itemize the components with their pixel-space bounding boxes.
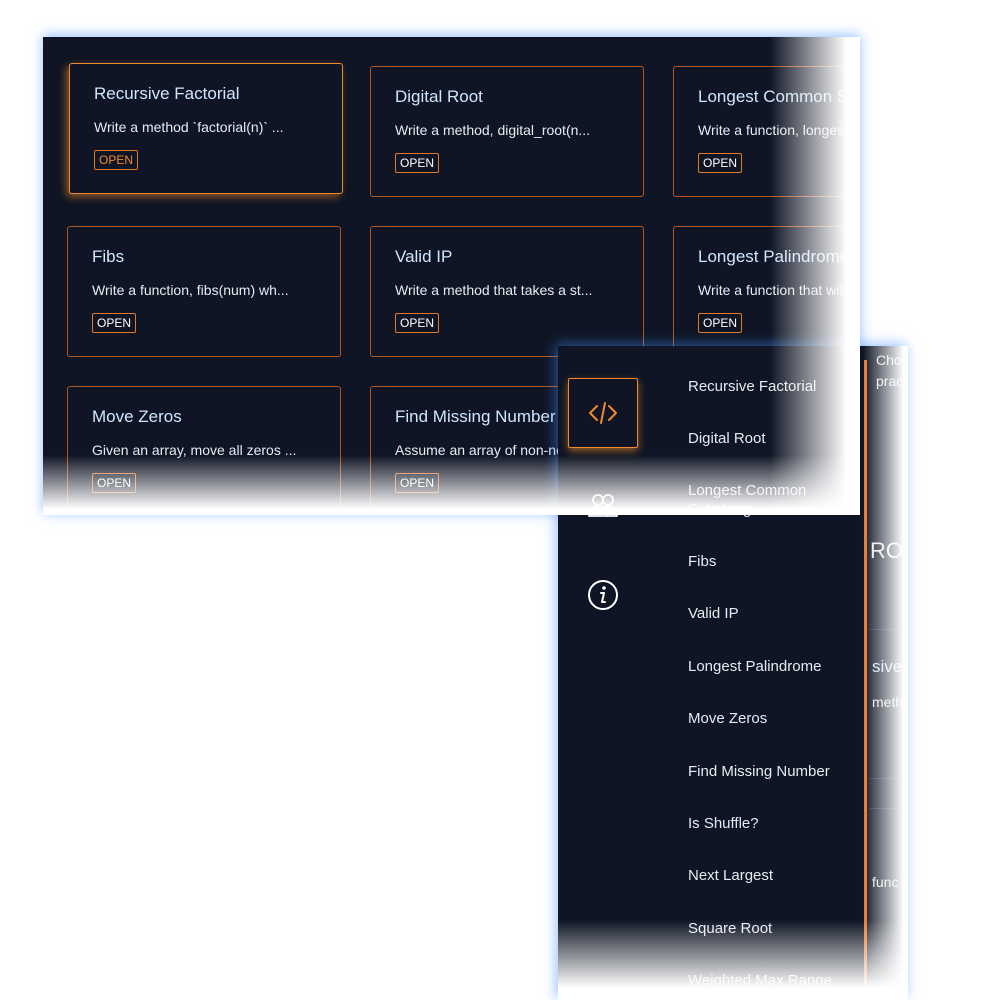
problem-card-digital-root[interactable]: Digital Root Write a method, digital_roo… bbox=[370, 66, 644, 197]
menu-item-valid-ip[interactable]: Valid IP bbox=[688, 604, 858, 623]
problem-card-longest-palindrome[interactable]: Longest Palindrome Write a function that… bbox=[673, 226, 860, 357]
problem-card-fibs[interactable]: Fibs Write a function, fibs(num) wh... O… bbox=[67, 226, 341, 357]
card-title: Fibs bbox=[92, 247, 125, 266]
card-description: Given an array, move all zeros ... bbox=[92, 442, 297, 458]
menu-item-move-zeros[interactable]: Move Zeros bbox=[688, 709, 858, 728]
card-description: Write a function, longest_common_s... bbox=[698, 122, 860, 138]
card-desc-fragment: meth bbox=[872, 694, 904, 710]
problem-card-recursive-factorial[interactable]: Recursive Factorial Write a method `fact… bbox=[69, 63, 343, 194]
menu-item-next-largest[interactable]: Next Largest bbox=[688, 866, 858, 885]
intro-text-fragment: Choo bbox=[876, 352, 908, 368]
status-badge: OPEN bbox=[395, 313, 440, 333]
menu-item-square-root[interactable]: Square Root bbox=[688, 919, 858, 938]
problem-card-move-zeros[interactable]: Move Zeros Given an array, move all zero… bbox=[67, 386, 341, 515]
divider-line bbox=[870, 808, 908, 809]
status-badge: OPEN bbox=[698, 313, 743, 333]
divider-line bbox=[870, 778, 908, 779]
card-description: Write a function that will find... bbox=[698, 282, 860, 298]
card-title-fragment: sive bbox=[872, 657, 903, 676]
card-title: Valid IP bbox=[395, 247, 453, 266]
card-title: Longest Common Substring bbox=[698, 87, 860, 106]
card-title: Longest Palindrome bbox=[698, 247, 850, 266]
card-description: Assume an array of non-ne... bbox=[395, 442, 576, 458]
card-description: Write a function, fibs(num) wh... bbox=[92, 282, 289, 298]
menu-item-find-missing-number[interactable]: Find Missing Number bbox=[688, 762, 858, 781]
section-heading-fragment: RO bbox=[870, 538, 903, 563]
status-badge: OPEN bbox=[395, 153, 440, 173]
sidebar-menu-panel: Recursive Factorial Digital Root Longest… bbox=[558, 346, 908, 1000]
status-badge: OPEN bbox=[698, 153, 743, 173]
problem-card-valid-ip[interactable]: Valid IP Write a method that takes a st.… bbox=[370, 226, 644, 357]
menu-item-longest-palindrome[interactable]: Longest Palindrome bbox=[688, 657, 858, 676]
menu-item-weighted-max-range[interactable]: Weighted Max Range bbox=[688, 971, 858, 990]
divider-line bbox=[870, 629, 908, 630]
card-title: Recursive Factorial bbox=[94, 84, 240, 103]
status-badge: OPEN bbox=[395, 473, 440, 493]
menu-item-digital-root[interactable]: Digital Root bbox=[688, 429, 858, 448]
problem-card-longest-common-substring[interactable]: Longest Common Substring Write a functio… bbox=[673, 66, 860, 197]
status-badge: OPEN bbox=[94, 150, 139, 170]
code-icon bbox=[589, 402, 617, 424]
card-title: Find Missing Number bbox=[395, 407, 556, 426]
users-icon bbox=[588, 494, 618, 517]
card-description: Write a method `factorial(n)` ... bbox=[94, 119, 284, 135]
users-nav-button[interactable] bbox=[568, 470, 638, 540]
card-description: Write a method, digital_root(n... bbox=[395, 122, 591, 138]
intro-text-fragment: pract bbox=[876, 373, 908, 389]
card-description: Write a method that takes a st... bbox=[395, 282, 593, 298]
code-nav-button[interactable] bbox=[568, 378, 638, 448]
status-badge: OPEN bbox=[92, 313, 137, 333]
menu-item-is-shuffle[interactable]: Is Shuffle? bbox=[688, 814, 858, 833]
sidebar-divider bbox=[864, 360, 867, 1000]
info-icon bbox=[588, 580, 618, 610]
card-title: Move Zeros bbox=[92, 407, 182, 426]
menu-item-longest-common-substring[interactable]: Longest Common Substring bbox=[688, 481, 858, 519]
card-desc-fragment: func bbox=[872, 874, 899, 890]
info-nav-button[interactable] bbox=[568, 560, 638, 630]
menu-item-fibs[interactable]: Fibs bbox=[688, 552, 858, 571]
status-badge: OPEN bbox=[92, 473, 137, 493]
menu-item-recursive-factorial[interactable]: Recursive Factorial bbox=[688, 377, 858, 396]
card-title: Digital Root bbox=[395, 87, 483, 106]
divider-line bbox=[870, 958, 908, 959]
